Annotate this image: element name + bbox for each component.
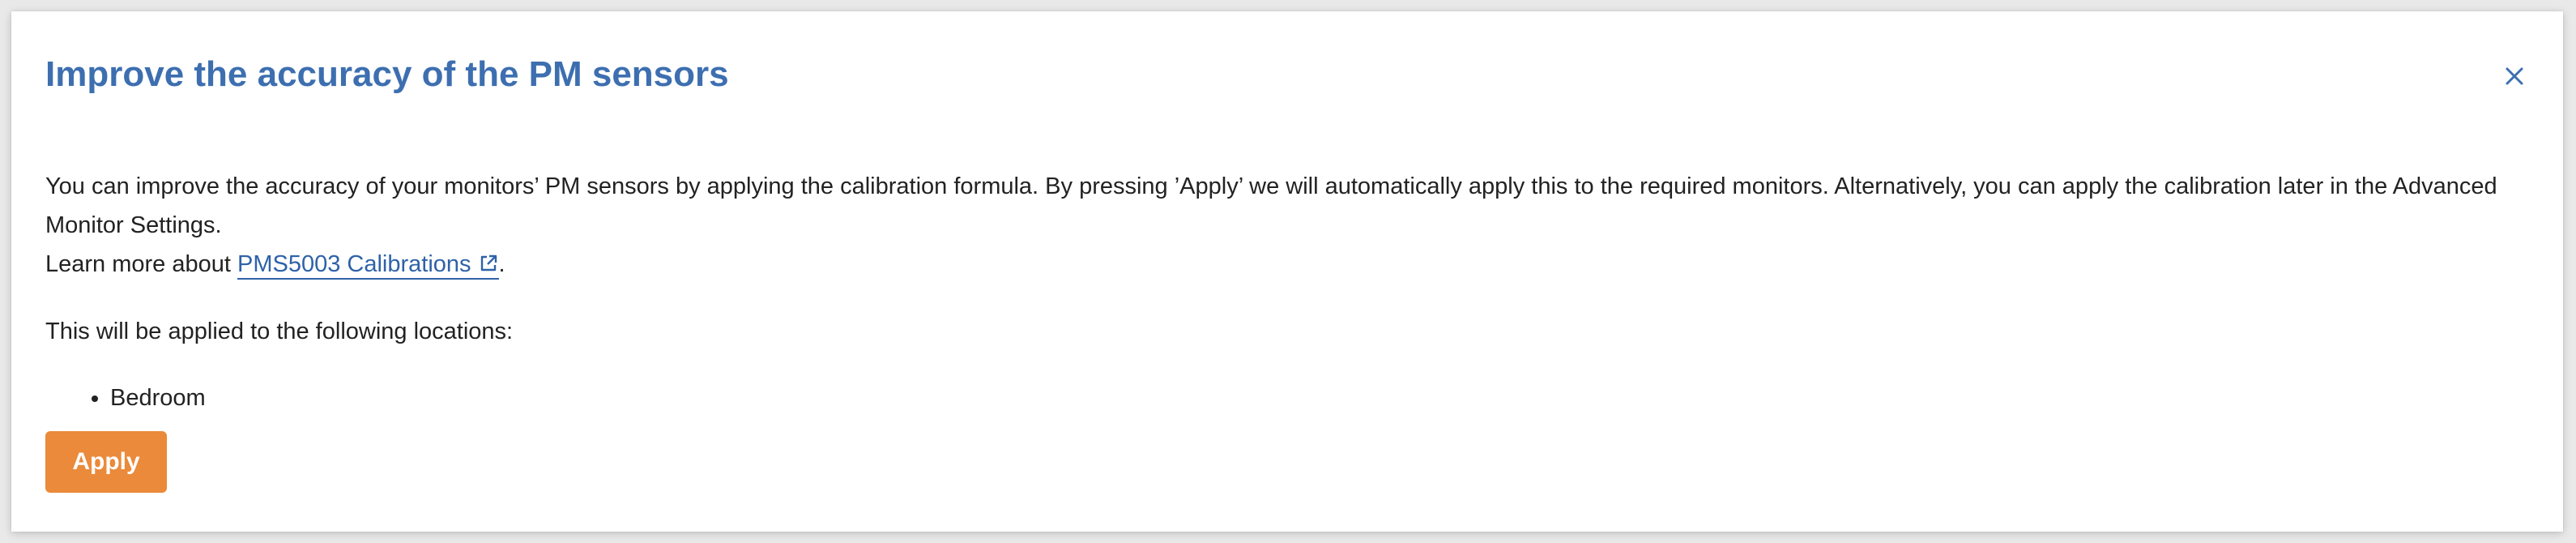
close-button[interactable] xyxy=(2500,62,2529,91)
external-link-icon xyxy=(478,247,499,286)
dialog-description: You can improve the accuracy of your mon… xyxy=(45,173,2497,238)
calibration-dialog: Improve the accuracy of the PM sensors Y… xyxy=(11,11,2563,532)
learn-more-suffix: . xyxy=(498,251,505,277)
pms5003-calibrations-link[interactable]: PMS5003 Calibrations xyxy=(237,251,499,280)
locations-list: Bedroom xyxy=(45,378,2524,417)
close-icon xyxy=(2500,62,2529,91)
learn-more-prefix: Learn more about xyxy=(45,251,237,277)
learn-more-line: Learn more about PMS5003 Calibrations. xyxy=(45,245,2524,286)
dialog-title: Improve the accuracy of the PM sensors xyxy=(45,54,729,94)
link-label: PMS5003 Calibrations xyxy=(237,251,471,277)
locations-intro: This will be applied to the following lo… xyxy=(45,319,514,344)
list-item: Bedroom xyxy=(110,378,2524,417)
apply-button[interactable]: Apply xyxy=(45,431,167,493)
dialog-content: You can improve the accuracy of your mon… xyxy=(45,167,2524,417)
